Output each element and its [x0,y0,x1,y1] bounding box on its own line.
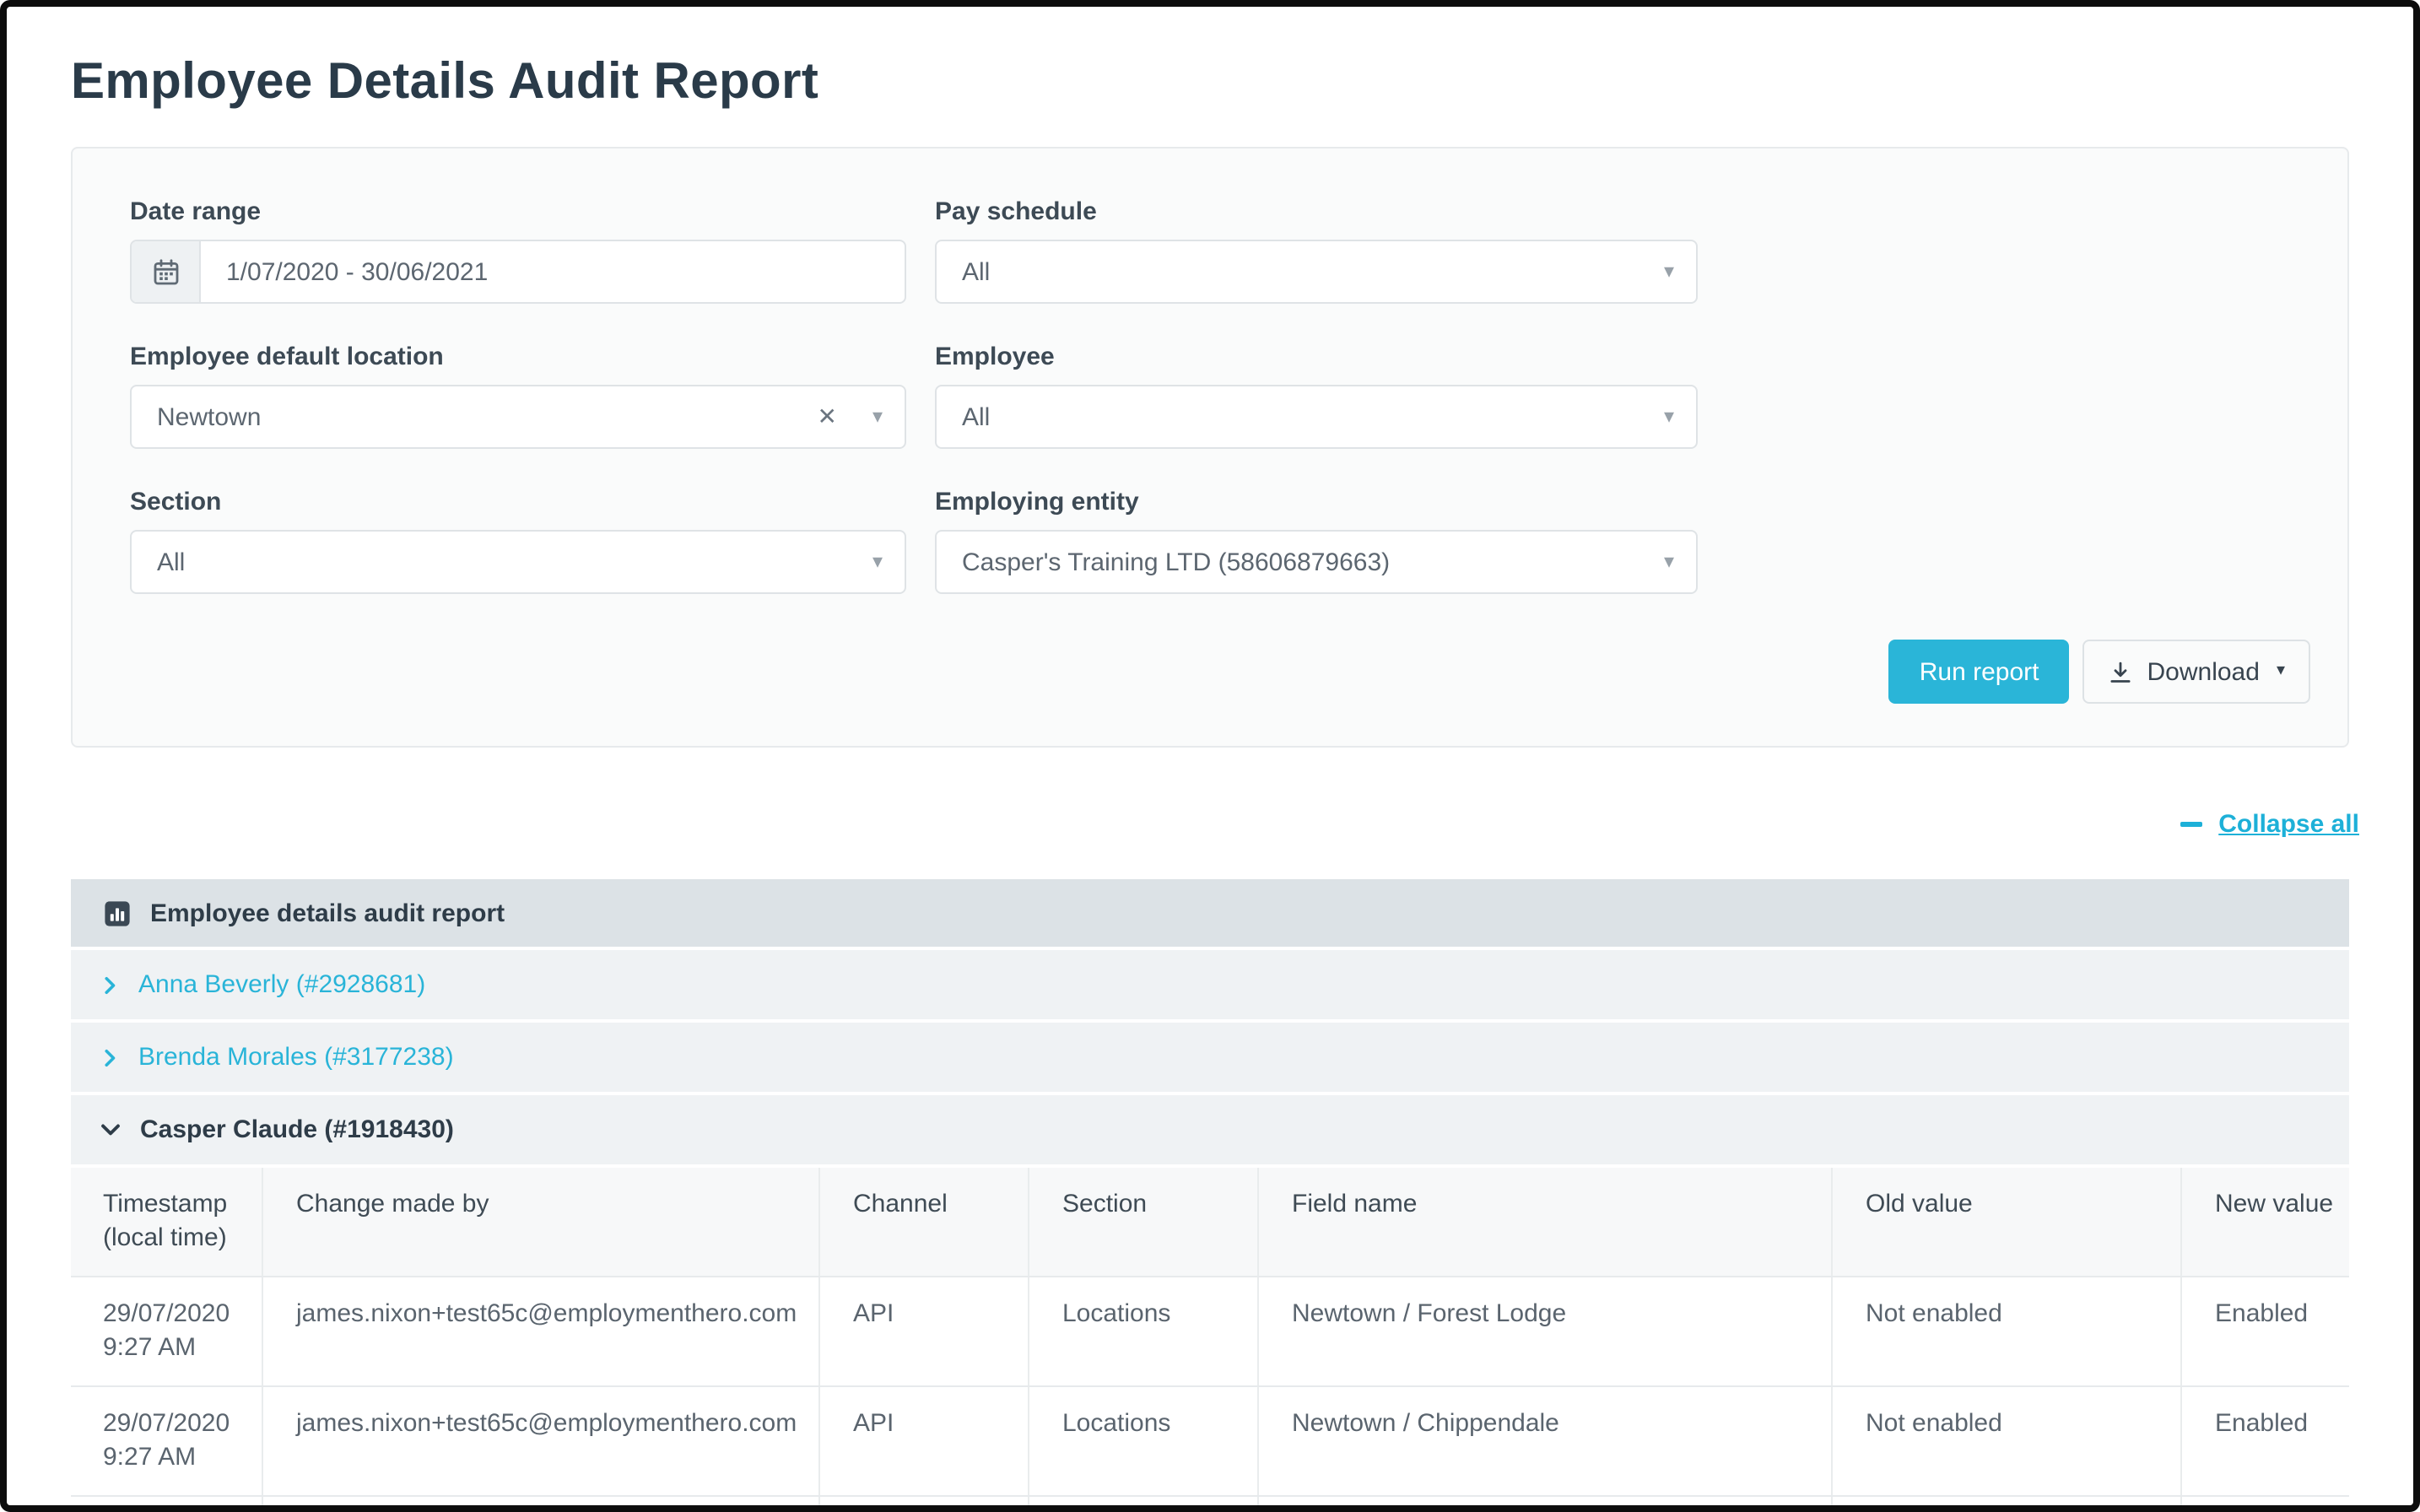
employee-value: All [962,402,990,431]
audit-table: Timestamp (local time) Change made by Ch… [71,1168,2349,1512]
download-icon [2109,659,2134,684]
table-cell-old-value: Not enabled [1831,1277,2180,1386]
group-row-label: Anna Beverly (#2928681) [138,970,425,999]
date-range-field: Date range [130,196,906,304]
section-field: Section All ▾ [130,486,906,594]
employing-entity-select[interactable]: Casper's Training LTD (58606879663) ▾ [935,530,1698,594]
filter-actions: Run report Download ▾ [130,640,2310,722]
table-cell-channel: API [818,1277,1028,1386]
table-cell-channel: API [818,1496,1028,1512]
employee-select[interactable]: All ▾ [935,385,1698,449]
table-cell-field-name: Newtown / Chippendale / Central Park Mal… [1257,1496,1831,1512]
employing-entity-label: Employing entity [935,486,1698,518]
table-cell-change-made-by: james.nixon+test65c@employmenthero.com [262,1277,818,1386]
table-cell-field-name: Newtown / Chippendale [1257,1386,1831,1496]
chevron-down-icon [100,1119,122,1141]
table-cell-change-made-by: james.nixon+test65c@employmenthero.com [262,1386,818,1496]
chevron-down-icon: ▾ [1664,406,1674,426]
download-button-label: Download [2147,657,2260,686]
table-cell-change-made-by: james.nixon+test65c@employmenthero.com [262,1496,818,1512]
table-cell-channel: API [818,1386,1028,1496]
column-header-section: Section [1028,1168,1257,1277]
chevron-right-icon [100,975,120,995]
column-header-new-value: New value [2180,1168,2349,1277]
minus-icon [2180,822,2201,827]
group-row-label: Brenda Morales (#3177238) [138,1043,454,1072]
report-document-icon [103,899,132,927]
clear-selection-icon[interactable]: ✕ [818,402,837,431]
employee-default-location-select[interactable]: Newtown ✕ ▾ [130,385,906,449]
date-range-input[interactable]: 1/07/2020 - 30/06/2021 [130,240,906,304]
chevron-down-icon: ▾ [1664,261,1674,281]
group-row-casper-claude[interactable]: Casper Claude (#1918430) [71,1095,2349,1164]
pay-schedule-select[interactable]: All ▾ [935,240,1698,304]
table-row: 29/07/2020 9:27 AM james.nixon+test65c@e… [71,1386,2349,1496]
report-header-bar: Employee details audit report [71,879,2349,947]
employee-details-audit-report-page: Employee Details Audit Report Date range [0,0,2420,1512]
report-header-title: Employee details audit report [150,899,505,927]
table-cell-timestamp: 29/07/2020 9:27 AM [71,1496,262,1512]
calendar-icon [132,241,201,302]
table-row: 29/07/2020 9:27 AM james.nixon+test65c@e… [71,1496,2349,1512]
table-cell-section: Locations [1028,1386,1257,1496]
employing-entity-value: Casper's Training LTD (58606879663) [962,548,1390,576]
collapse-all-link[interactable]: Collapse all [2218,810,2359,839]
employee-label: Employee [935,341,1698,373]
date-range-label: Date range [130,196,906,228]
chevron-down-icon: ▾ [1664,551,1674,571]
column-header-change-made-by: Change made by [262,1168,818,1277]
table-cell-old-value: Not enabled [1831,1496,2180,1512]
pay-schedule-label: Pay schedule [935,196,1698,228]
section-label: Section [130,486,906,518]
table-cell-old-value: Not enabled [1831,1386,2180,1496]
chevron-down-icon: ▾ [872,551,883,571]
employee-default-location-label: Employee default location [130,341,906,373]
table-cell-new-value: Enabled [2180,1386,2349,1496]
employee-default-location-field: Employee default location Newtown ✕ ▾ [130,341,906,449]
column-header-old-value: Old value [1831,1168,2180,1277]
chevron-down-icon: ▾ [872,406,883,426]
section-select[interactable]: All ▾ [130,530,906,594]
run-report-button[interactable]: Run report [1889,640,2070,704]
column-header-timestamp: Timestamp (local time) [71,1168,262,1277]
table-cell-new-value: Enabled [2180,1496,2349,1512]
page-title: Employee Details Audit Report [71,51,2349,113]
employee-default-location-value: Newtown [157,402,261,431]
report-section: Employee details audit report Anna Bever… [71,879,2349,1512]
table-header-row: Timestamp (local time) Change made by Ch… [71,1168,2349,1277]
chevron-right-icon [100,1047,120,1067]
group-row-brenda-morales[interactable]: Brenda Morales (#3177238) [71,1023,2349,1092]
collapse-all-row: Collapse all [7,808,2359,840]
group-row-anna-beverly[interactable]: Anna Beverly (#2928681) [71,950,2349,1019]
section-value: All [157,548,185,576]
employing-entity-field: Employing entity Casper's Training LTD (… [935,486,1698,594]
download-button[interactable]: Download ▾ [2083,640,2311,704]
pay-schedule-value: All [962,257,990,286]
table-row: 29/07/2020 9:27 AM james.nixon+test65c@e… [71,1277,2349,1386]
table-cell-section: Locations [1028,1277,1257,1386]
table-cell-field-name: Newtown / Forest Lodge [1257,1277,1831,1386]
table-cell-section: Locations [1028,1496,1257,1512]
group-row-label: Casper Claude (#1918430) [140,1115,454,1144]
pay-schedule-field: Pay schedule All ▾ [935,196,1698,304]
chevron-down-icon: ▾ [2277,663,2285,680]
column-header-field-name: Field name [1257,1168,1831,1277]
filter-panel: Date range [71,147,2349,748]
filter-grid: Date range [130,196,2310,594]
table-cell-timestamp: 29/07/2020 9:27 AM [71,1386,262,1496]
table-cell-new-value: Enabled [2180,1277,2349,1386]
date-range-value: 1/07/2020 - 30/06/2021 [201,257,488,286]
table-cell-timestamp: 29/07/2020 9:27 AM [71,1277,262,1386]
column-header-channel: Channel [818,1168,1028,1277]
employee-field: Employee All ▾ [935,341,1698,449]
